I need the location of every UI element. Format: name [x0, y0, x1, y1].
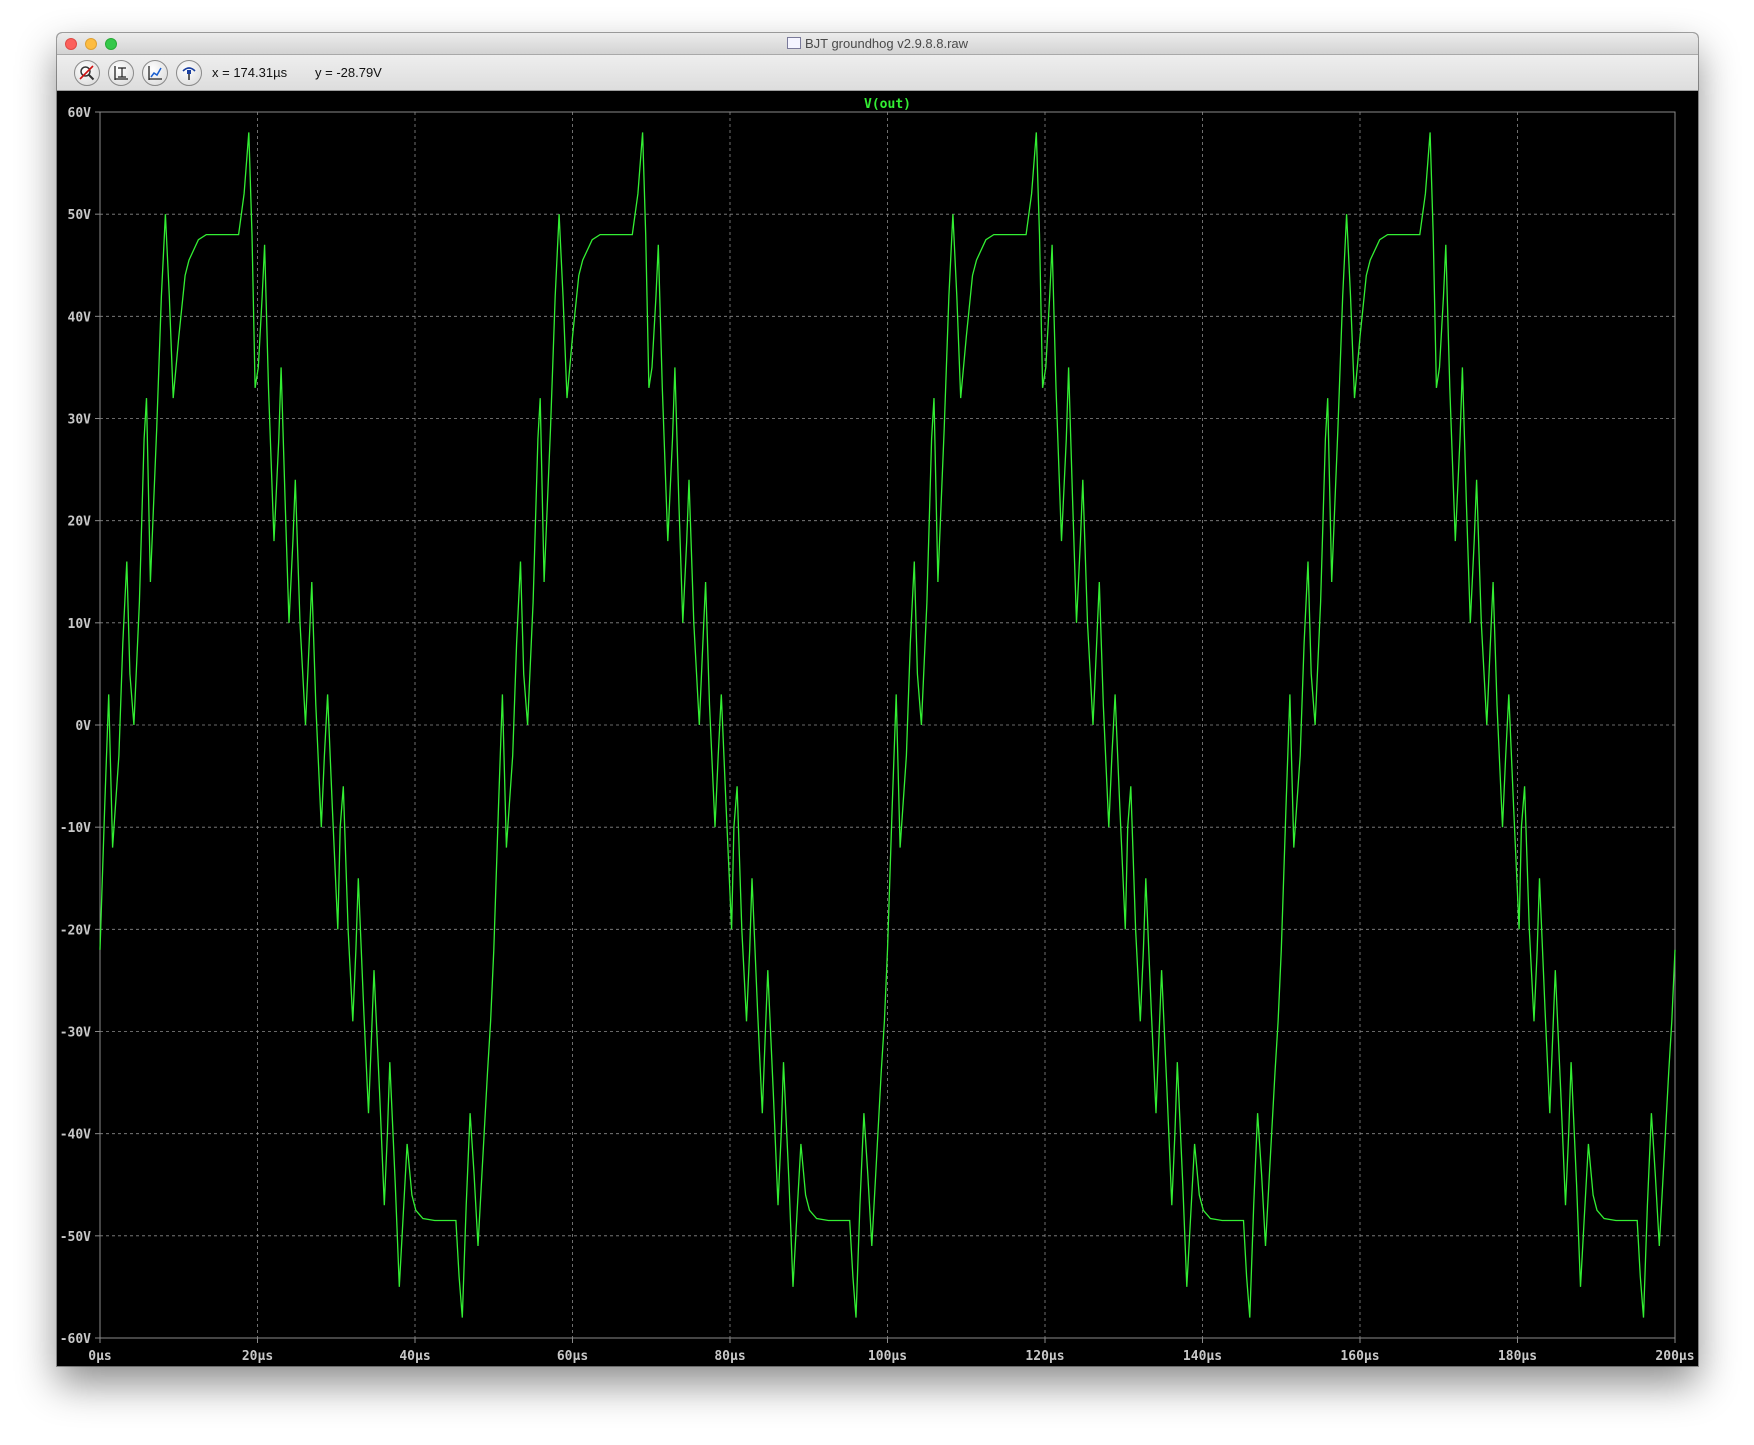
zoom-full-button[interactable] — [108, 60, 134, 86]
probe-icon — [182, 67, 196, 80]
zoom-cancel-icon — [79, 65, 95, 81]
cursor-y-readout: y = -28.79V — [315, 65, 382, 80]
app-window: BJT groundhog v2.9.8.8.raw x = 174.31µs … — [57, 33, 1698, 1366]
y-tick-label: 10V — [68, 617, 92, 632]
document-icon — [786, 37, 801, 49]
toolbar: x = 174.31µs y = -28.79V — [57, 55, 1698, 91]
window-title: BJT groundhog v2.9.8.8.raw — [804, 36, 969, 51]
probe-button[interactable] — [176, 60, 202, 86]
zoom-fit-button[interactable] — [142, 60, 168, 86]
x-tick-label: 100µs — [868, 1349, 907, 1364]
x-tick-label: 180µs — [1498, 1349, 1537, 1364]
y-tick-label: -50V — [60, 1230, 91, 1245]
x-tick-label: 60µs — [557, 1349, 588, 1364]
zoom-fit-icon — [148, 66, 162, 80]
x-tick-label: 20µs — [242, 1349, 273, 1364]
y-tick-label: 0V — [75, 719, 91, 734]
y-tick-label: -40V — [60, 1128, 91, 1143]
x-tick-label: 40µs — [399, 1349, 430, 1364]
x-tick-label: 160µs — [1340, 1349, 1379, 1364]
plot-background — [57, 91, 1698, 1366]
y-tick-label: -60V — [60, 1332, 91, 1347]
zoom-cancel-button[interactable] — [74, 60, 100, 86]
zoom-full-icon — [114, 66, 128, 80]
x-tick-label: 0µs — [88, 1349, 111, 1364]
y-tick-label: 60V — [68, 106, 92, 121]
waveform-plot[interactable]: 0µs 20µs 40µs 60µs 80µs 100µs 120µs 140µs 160µs 1… — [57, 91, 1698, 1366]
cursor-x-readout: x = 174.31µs — [212, 65, 288, 80]
trace-title[interactable]: V(out) — [864, 97, 911, 112]
y-tick-label: 50V — [68, 208, 92, 223]
y-tick-label: -30V — [60, 1026, 91, 1041]
y-tick-label: 20V — [68, 515, 92, 530]
x-tick-label: 200µs — [1655, 1349, 1694, 1364]
y-tick-label: 30V — [68, 413, 92, 428]
y-tick-label: -10V — [60, 821, 91, 836]
title-bar[interactable]: BJT groundhog v2.9.8.8.raw — [57, 33, 1698, 55]
y-tick-label: 40V — [68, 310, 92, 325]
y-tick-label: -20V — [60, 923, 91, 938]
x-tick-label: 120µs — [1025, 1349, 1064, 1364]
window-title-wrap: BJT groundhog v2.9.8.8.raw — [57, 36, 1698, 52]
x-tick-label: 80µs — [714, 1349, 745, 1364]
x-tick-label: 140µs — [1183, 1349, 1222, 1364]
